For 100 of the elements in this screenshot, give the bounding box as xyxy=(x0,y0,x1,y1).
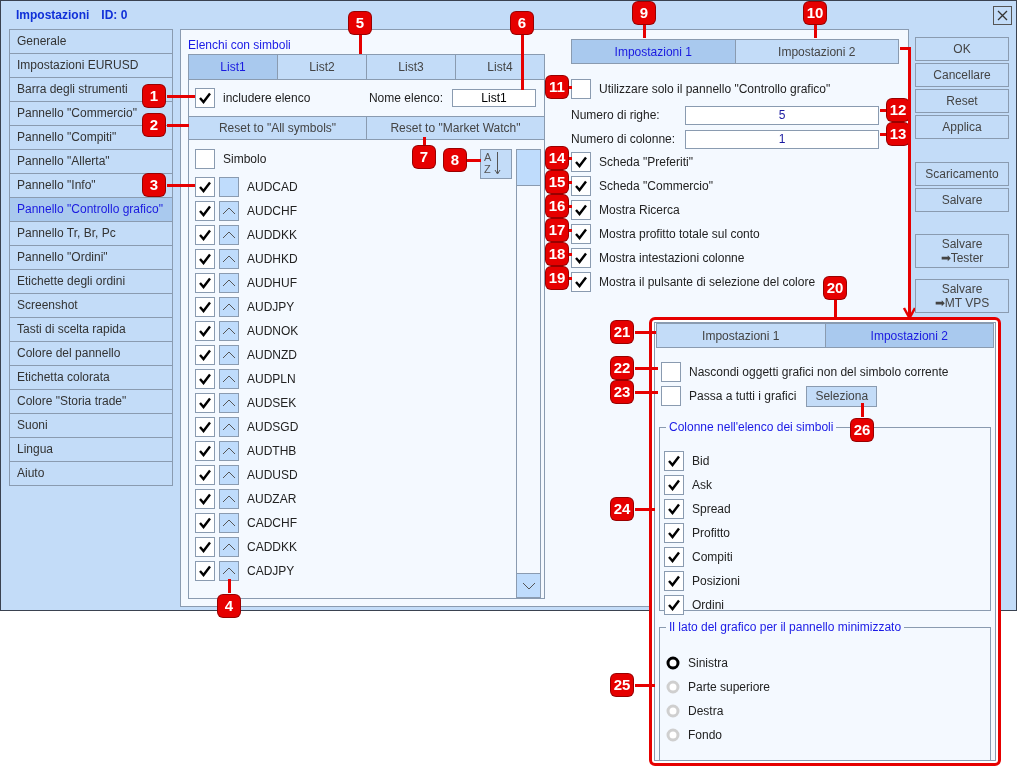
tab[interactable]: Impostazioni 2 xyxy=(735,40,898,63)
sidebar-item[interactable]: Generale xyxy=(9,29,173,54)
checkbox[interactable] xyxy=(571,248,591,268)
move-up-button[interactable] xyxy=(219,537,239,557)
checkbox[interactable] xyxy=(195,88,215,108)
checkbox[interactable] xyxy=(195,369,215,389)
move-up-button[interactable] xyxy=(219,321,239,341)
scrollbar-thumb[interactable] xyxy=(517,150,540,186)
checkbox[interactable] xyxy=(571,224,591,244)
checkbox[interactable] xyxy=(195,177,215,197)
dialog-button[interactable]: Reset xyxy=(915,89,1009,113)
move-up-button[interactable] xyxy=(219,225,239,245)
move-up-button[interactable] xyxy=(219,489,239,509)
checkbox[interactable] xyxy=(664,595,684,615)
sidebar-item[interactable]: Impostazioni EURUSD xyxy=(9,54,173,78)
move-up-button[interactable] xyxy=(219,369,239,389)
leader-line xyxy=(167,95,195,98)
number-badge: 18 xyxy=(546,243,568,265)
checkbox[interactable] xyxy=(195,393,215,413)
dialog-button[interactable]: OK xyxy=(915,37,1009,61)
checkbox[interactable] xyxy=(571,176,591,196)
move-up-button[interactable] xyxy=(219,201,239,221)
checkbox[interactable] xyxy=(195,465,215,485)
sidebar-item[interactable]: Screenshot xyxy=(9,294,173,318)
checkbox[interactable] xyxy=(195,321,215,341)
sidebar-item[interactable]: Pannello "Allerta" xyxy=(9,150,173,174)
dialog-button[interactable]: Salvare ➡MT VPS xyxy=(915,279,1009,313)
checkbox[interactable] xyxy=(195,537,215,557)
tab[interactable]: Impostazioni 1 xyxy=(572,40,736,63)
checkbox[interactable] xyxy=(664,547,684,567)
checkbox[interactable] xyxy=(195,297,215,317)
checkbox[interactable] xyxy=(195,225,215,245)
move-up-button[interactable] xyxy=(219,273,239,293)
move-up-button[interactable] xyxy=(219,417,239,437)
move-up-button[interactable] xyxy=(219,561,239,581)
checkbox[interactable] xyxy=(195,149,215,169)
tab[interactable]: List3 xyxy=(367,55,456,79)
sidebar-item[interactable]: Lingua xyxy=(9,438,173,462)
tab[interactable]: List1 xyxy=(189,55,278,79)
sidebar-item[interactable]: Pannello "Ordini" xyxy=(9,246,173,270)
checkbox[interactable] xyxy=(195,249,215,269)
reset-button[interactable]: Reset to "Market Watch" xyxy=(367,117,544,139)
close-button[interactable] xyxy=(993,5,1012,25)
move-up-button[interactable] xyxy=(219,297,239,317)
sidebar-item[interactable]: Aiuto xyxy=(9,462,173,486)
checkbox[interactable] xyxy=(195,489,215,509)
sidebar-item[interactable]: Suoni xyxy=(9,414,173,438)
checkbox[interactable] xyxy=(195,561,215,581)
move-up-button[interactable] xyxy=(219,249,239,269)
checkbox[interactable] xyxy=(195,273,215,293)
checkbox[interactable] xyxy=(661,362,681,382)
dialog-button[interactable]: Scaricamento xyxy=(915,162,1009,186)
checkbox[interactable] xyxy=(195,201,215,221)
sidebar-item[interactable]: Colore "Storia trade" xyxy=(9,390,173,414)
move-up-button[interactable] xyxy=(219,393,239,413)
sort-button[interactable]: A Z xyxy=(480,149,512,179)
dialog-button[interactable]: Salvare xyxy=(915,188,1009,212)
dialog-button[interactable]: Salvare ➡Tester xyxy=(915,234,1009,268)
checkbox[interactable] xyxy=(195,441,215,461)
checkbox[interactable] xyxy=(664,523,684,543)
reset-button[interactable]: Reset to "All symbols" xyxy=(189,117,367,139)
checkbox[interactable] xyxy=(664,451,684,471)
caret-up-icon xyxy=(222,543,236,551)
sidebar-item[interactable]: Tasti di scelta rapida xyxy=(9,318,173,342)
symbol-name: AUDHKD xyxy=(247,251,298,268)
tab[interactable]: Impostazioni 2 xyxy=(825,324,993,347)
checkbox[interactable] xyxy=(195,345,215,365)
caret-up-icon xyxy=(222,303,236,311)
tab[interactable]: Impostazioni 1 xyxy=(657,324,826,347)
sidebar-item[interactable]: Pannello "Controllo grafico" xyxy=(9,198,173,222)
checkbox[interactable] xyxy=(664,571,684,591)
number-field[interactable]: 5 xyxy=(685,105,879,125)
tab[interactable]: List2 xyxy=(278,55,367,79)
radio-button[interactable] xyxy=(666,656,680,670)
checkbox[interactable] xyxy=(571,152,591,172)
move-up-button[interactable] xyxy=(219,465,239,485)
sidebar-item[interactable]: Pannello Tr, Br, Pc xyxy=(9,222,173,246)
checkbox[interactable] xyxy=(571,200,591,220)
checkbox[interactable] xyxy=(661,386,681,406)
sidebar-item[interactable]: Etichetta colorata xyxy=(9,366,173,390)
checkbox[interactable] xyxy=(664,499,684,519)
sidebar-item[interactable]: Etichette degli ordini xyxy=(9,270,173,294)
name-field[interactable]: List1 xyxy=(452,89,536,107)
move-up-button[interactable] xyxy=(219,345,239,365)
checkbox[interactable] xyxy=(571,79,591,99)
checkbox[interactable] xyxy=(195,417,215,437)
dialog-button[interactable]: Applica xyxy=(915,115,1009,139)
select-button[interactable]: Seleziona xyxy=(806,385,878,407)
checkbox[interactable] xyxy=(664,475,684,495)
checkbox[interactable] xyxy=(195,513,215,533)
scrollbar[interactable] xyxy=(516,149,541,598)
move-up-button[interactable] xyxy=(219,513,239,533)
dialog-button[interactable]: Cancellare xyxy=(915,63,1009,87)
tab[interactable]: List4 xyxy=(456,55,544,79)
checkbox[interactable] xyxy=(571,272,591,292)
scroll-down-button[interactable] xyxy=(517,573,540,597)
number-badge: 3 xyxy=(143,174,165,196)
number-field[interactable]: 1 xyxy=(685,129,879,149)
move-up-button[interactable] xyxy=(219,441,239,461)
sidebar-item[interactable]: Colore del pannello xyxy=(9,342,173,366)
